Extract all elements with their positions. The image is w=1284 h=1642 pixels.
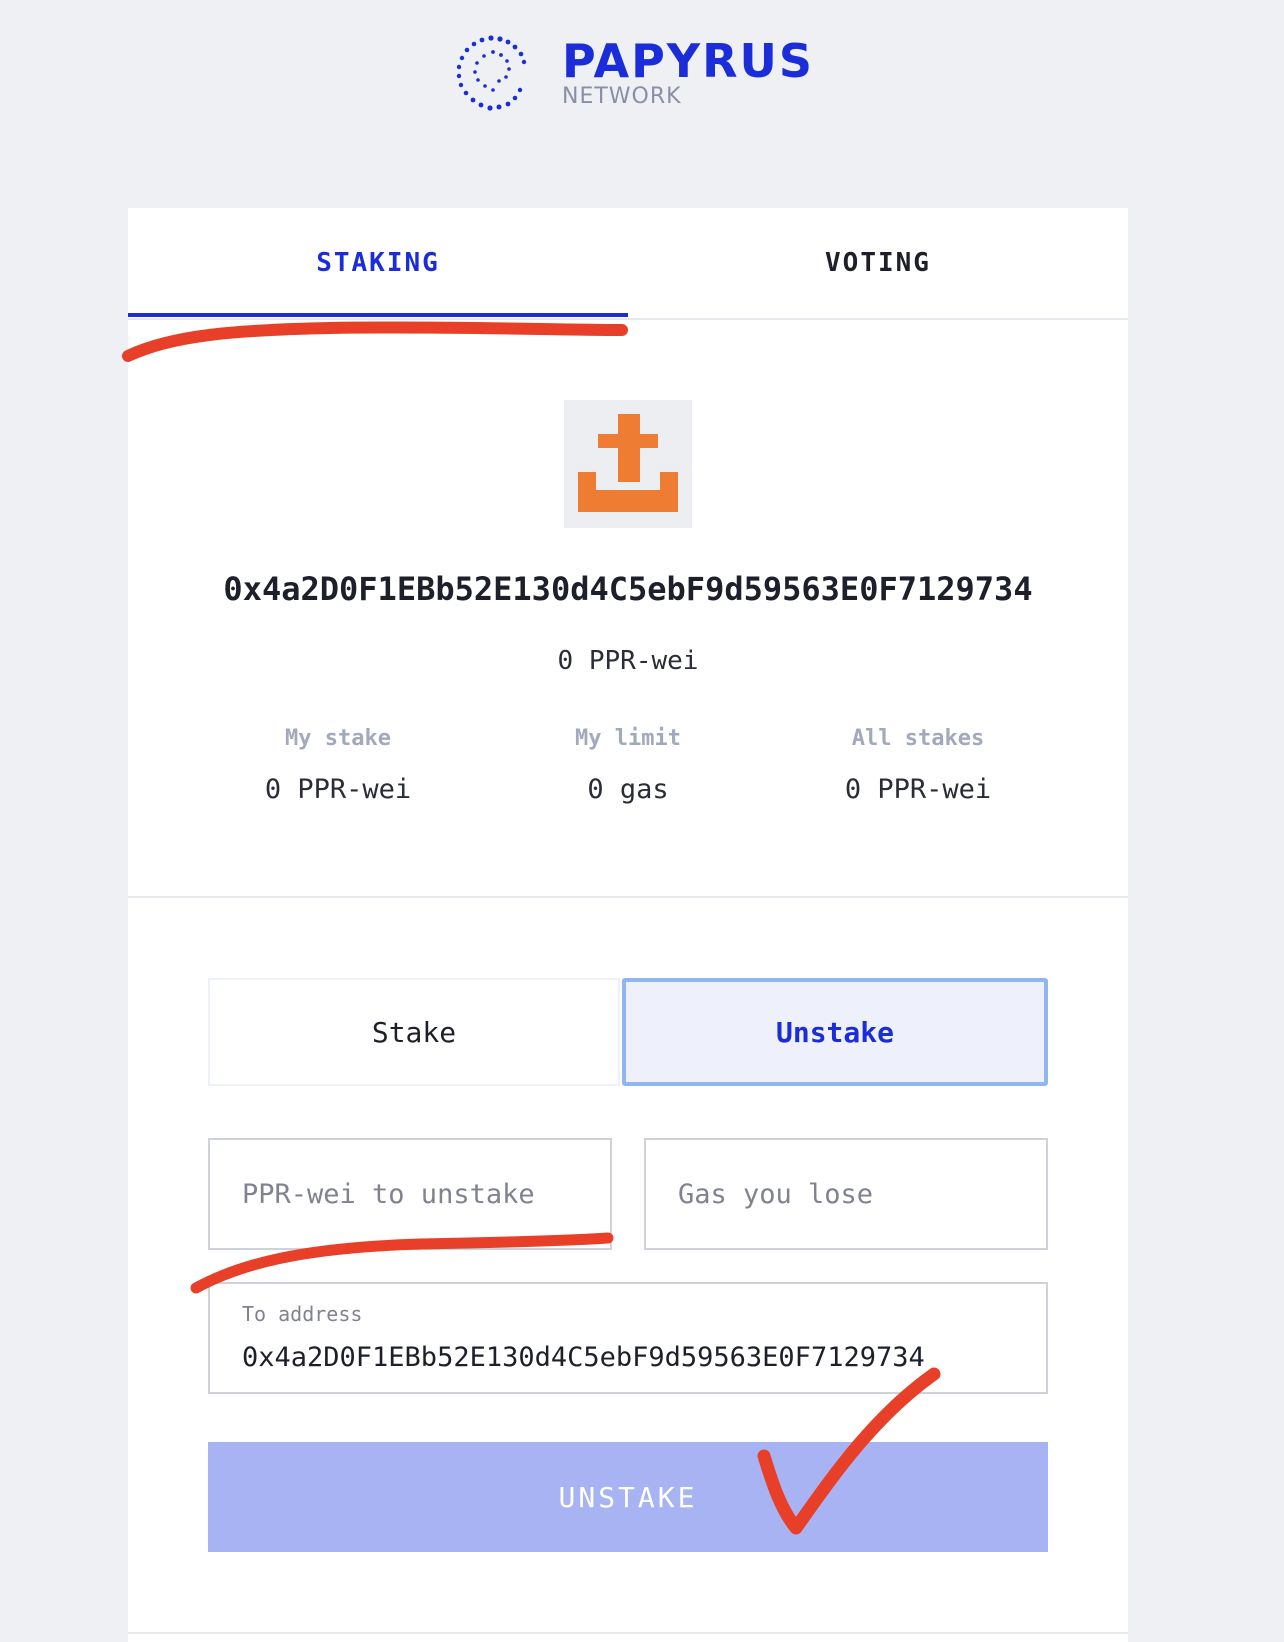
papyrus-logo-icon xyxy=(456,35,527,111)
stat-value: 0 PPR-wei xyxy=(844,774,992,805)
stat-my-limit: My limit 0 gas xyxy=(488,726,768,805)
stat-label: My limit xyxy=(575,726,681,751)
gas-input[interactable] xyxy=(646,1140,1046,1248)
tab-bar: STAKING VOTING xyxy=(128,208,1128,320)
tab-staking[interactable]: STAKING xyxy=(128,208,628,318)
wallet-address: 0x4a2D0F1EBb52E130d4C5ebF9d59563E0F71297… xyxy=(223,570,1033,608)
ppr-wei-input[interactable] xyxy=(210,1140,610,1248)
card-bottom-divider xyxy=(128,1632,1128,1634)
unstake-mode-button[interactable]: Unstake xyxy=(622,978,1048,1086)
brand-subtitle: NETWORK xyxy=(562,84,682,109)
stat-label: All stakes xyxy=(851,726,985,751)
unstake-submit-button[interactable]: UNSTAKE xyxy=(208,1442,1048,1552)
section-divider xyxy=(128,896,1128,898)
brand-name: PAPYRUS xyxy=(562,34,815,88)
to-address-value[interactable]: 0x4a2D0F1EBb52E130d4C5ebF9d59563E0F71297… xyxy=(242,1342,925,1373)
stake-mode-toggle: Stake Unstake xyxy=(208,978,1048,1088)
amount-field xyxy=(208,1138,612,1250)
stat-label: My stake xyxy=(285,726,391,751)
header: PAPYRUS NETWORK xyxy=(0,0,1284,190)
tab-voting[interactable]: VOTING xyxy=(628,208,1128,318)
staking-card: STAKING VOTING 0x4a2D0F1EBb52E130d4C5ebF… xyxy=(128,208,1128,1642)
active-tab-indicator xyxy=(128,313,628,317)
identicon-avatar xyxy=(564,400,692,528)
stat-value: 0 PPR-wei xyxy=(264,774,412,805)
gas-field xyxy=(644,1138,1048,1250)
stat-all-stakes: All stakes 0 PPR-wei xyxy=(778,726,1058,805)
to-address-field[interactable]: To address 0x4a2D0F1EBb52E130d4C5ebF9d59… xyxy=(208,1282,1048,1394)
to-address-label: To address xyxy=(242,1302,363,1326)
wallet-balance: 0 PPR-wei xyxy=(557,646,699,676)
stake-mode-button[interactable]: Stake xyxy=(208,978,620,1086)
stat-value: 0 gas xyxy=(587,774,669,805)
stat-my-stake: My stake 0 PPR-wei xyxy=(198,726,478,805)
